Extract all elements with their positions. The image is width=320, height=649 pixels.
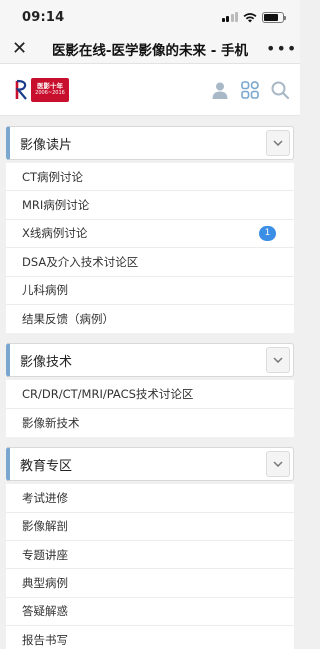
list-item-label: 影像新技术 [22, 415, 80, 430]
list-item[interactable]: 答疑解惑 [6, 598, 294, 627]
page-title: 医影在线-医学影像的未来 - 手机 [51, 42, 249, 59]
list-item[interactable]: CR/DR/CT/MRI/PACS技术讨论区 [6, 380, 294, 409]
section-title: 教育专区 [20, 458, 73, 474]
section-title: 影像技术 [20, 354, 73, 370]
section-image-reading: 影像读片 CT病例讨论 MRI病例讨论 X线病例讨论 1 DSA及介入技术讨论区… [6, 126, 294, 334]
section-header[interactable]: 影像读片 [6, 126, 294, 160]
wifi-icon [243, 12, 257, 22]
list-item-label: 结果反馈（病例） [22, 312, 114, 327]
status-time: 09:14 [22, 9, 65, 25]
logo-badge-years: 2006~2016 [35, 90, 65, 97]
list-item[interactable]: 儿科病例 [6, 277, 294, 305]
site-logo[interactable]: 医影十年 2006~2016 [14, 77, 69, 102]
section-header[interactable]: 影像技术 [6, 343, 294, 378]
list-item[interactable]: MRI病例讨论 [6, 191, 294, 220]
logo-r-icon [15, 79, 27, 100]
chevron-down-icon[interactable] [266, 451, 290, 478]
list-item-label: CT病例讨论 [22, 169, 84, 184]
forum-sections: 影像读片 CT病例讨论 MRI病例讨论 X线病例讨论 1 DSA及介入技术讨论区… [0, 126, 300, 649]
section-imaging-tech: 影像技术 CR/DR/CT/MRI/PACS技术讨论区 影像新技术 [6, 343, 294, 438]
list-item[interactable]: 影像新技术 [6, 409, 294, 437]
list-item-label: CR/DR/CT/MRI/PACS技术讨论区 [22, 387, 194, 402]
list-item-label: MRI病例讨论 [22, 198, 90, 213]
section-title: 影像读片 [20, 137, 73, 153]
list-item-label: 考试进修 [22, 490, 68, 505]
logo-badge: 医影十年 2006~2016 [31, 77, 69, 102]
list-item[interactable]: X线病例讨论 1 [6, 220, 294, 249]
list-item-label: 典型病例 [22, 575, 68, 590]
chevron-down-icon[interactable] [266, 130, 290, 156]
list-item[interactable]: CT病例讨论 [6, 163, 294, 192]
section-header[interactable]: 教育专区 [6, 447, 294, 482]
user-icon[interactable] [210, 80, 230, 100]
list-item-label: 答疑解惑 [22, 604, 68, 619]
battery-icon [262, 11, 286, 23]
list-item[interactable]: 典型病例 [6, 569, 294, 598]
header-icons [210, 80, 290, 100]
search-icon[interactable] [270, 80, 290, 100]
list-item-label: X线病例讨论 [22, 226, 88, 241]
logo-badge-title: 医影十年 [37, 81, 63, 90]
list-item[interactable]: 影像解剖 [6, 513, 294, 541]
section-education: 教育专区 考试进修 影像解剖 专题讲座 典型病例 答疑解惑 报告书写 [6, 447, 294, 649]
list-item[interactable]: 报告书写 [6, 626, 294, 649]
section-list: 考试进修 影像解剖 专题讲座 典型病例 答疑解惑 报告书写 [6, 484, 294, 649]
close-icon[interactable]: ✕ [12, 39, 34, 58]
list-item-label: 专题讲座 [22, 547, 68, 562]
count-badge: 1 [259, 225, 276, 241]
more-icon[interactable]: ••• [266, 39, 296, 58]
chevron-down-icon[interactable] [266, 347, 290, 374]
section-list: CR/DR/CT/MRI/PACS技术讨论区 影像新技术 [6, 380, 294, 438]
status-bar: 09:14 [0, 0, 300, 34]
list-item[interactable]: DSA及介入技术讨论区 [6, 248, 294, 277]
list-item-label: 儿科病例 [22, 283, 68, 298]
section-list: CT病例讨论 MRI病例讨论 X线病例讨论 1 DSA及介入技术讨论区 儿科病例… [6, 163, 294, 334]
grid-icon[interactable] [240, 80, 260, 100]
signal-icon [221, 12, 238, 22]
list-item[interactable]: 专题讲座 [6, 541, 294, 570]
site-header: 医影十年 2006~2016 [0, 64, 300, 116]
nav-bar: ✕ 医影在线-医学影像的未来 - 手机 ••• [0, 34, 300, 64]
status-icons [221, 11, 286, 23]
list-item-label: 报告书写 [22, 633, 68, 648]
list-item[interactable]: 考试进修 [6, 484, 294, 513]
list-item-label: 影像解剖 [22, 519, 68, 534]
list-item[interactable]: 结果反馈（病例） [6, 305, 294, 333]
list-item-label: DSA及介入技术讨论区 [22, 254, 139, 269]
